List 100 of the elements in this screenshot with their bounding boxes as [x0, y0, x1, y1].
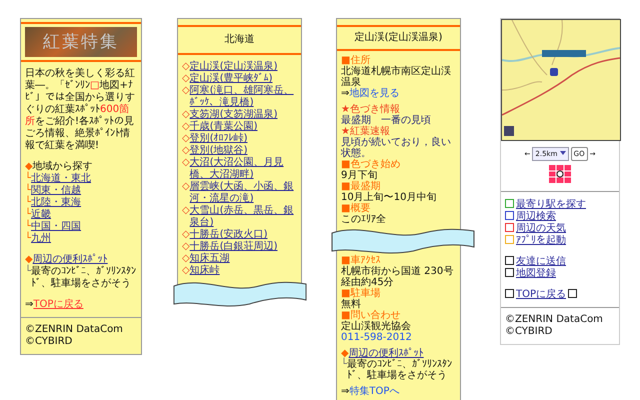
- info-text: 札幌市街から国道 230号経由約45分: [341, 266, 454, 288]
- branch-icon: └: [25, 209, 32, 220]
- info-label: 色づき情報: [350, 104, 400, 115]
- star-icon: ★: [341, 126, 350, 137]
- spot-link[interactable]: 千歳(青葉公園): [190, 121, 258, 133]
- tool-link[interactable]: 地図登録: [516, 268, 556, 279]
- branch-icon: └: [25, 197, 32, 208]
- copyright-text: ©CYBIRD: [505, 326, 554, 338]
- region-link[interactable]: 関東・信越: [31, 185, 82, 196]
- spot-title: 定山渓(定山渓温泉): [354, 30, 444, 45]
- action-link[interactable]: ｱﾌﾟﾘを起動: [516, 235, 566, 246]
- tool-link[interactable]: 友達に送信: [516, 256, 566, 267]
- spot-link[interactable]: 登別(地獄谷): [190, 145, 248, 157]
- spot-link[interactable]: 層雲峡(大函、小函、銀河・流星の滝): [190, 181, 298, 205]
- info-label: 車ｱｸｾｽ: [350, 255, 380, 266]
- spot-link[interactable]: 大雪山(赤岳、黒岳、銀泉台): [190, 205, 298, 229]
- diamond-icon: ◇: [182, 121, 190, 133]
- square-icon: ■: [341, 159, 350, 170]
- phone-link[interactable]: 011-598-2012: [341, 332, 457, 343]
- region-link[interactable]: 北海道・東北: [31, 173, 92, 184]
- diamond-icon: ◇: [182, 133, 190, 145]
- square-icon: ■: [341, 255, 350, 266]
- info-label: 最盛期: [350, 181, 380, 192]
- info-label: 紅葉速報: [350, 126, 390, 137]
- branch-icon: └: [25, 221, 32, 232]
- info-text: 定山渓観光協会: [341, 321, 412, 332]
- square-icon: ■: [341, 181, 350, 192]
- diamond-icon: ◇: [182, 157, 190, 181]
- square-icon: ■: [341, 288, 350, 299]
- region-link[interactable]: 九州: [31, 233, 52, 244]
- banner-title: 紅葉特集: [43, 32, 119, 52]
- text-link[interactable]: 特集TOPへ: [349, 386, 400, 397]
- action-link[interactable]: 周辺の天気: [516, 223, 566, 234]
- section-title: 地域から探す: [32, 161, 93, 172]
- branch-icon: └: [25, 185, 32, 196]
- diamond-icon: ◇: [182, 73, 190, 85]
- action-link[interactable]: 周辺検索: [516, 211, 556, 222]
- nearby-spots-link[interactable]: 周辺の便利ｽﾎﾟｯﾄ: [348, 348, 424, 359]
- diamond-icon: ◇: [182, 109, 190, 121]
- info-label: 問い合わせ: [350, 310, 400, 321]
- diamond-icon: ◇: [182, 181, 190, 205]
- info-text: 9月下旬: [341, 170, 378, 181]
- spot-link[interactable]: 大沼(大沼公園、月見橋、大沼湖畔): [190, 157, 298, 181]
- square-icon: [505, 256, 514, 265]
- spot-link[interactable]: 定山渓(定山渓温泉): [190, 61, 278, 73]
- diamond-icon: ◆: [25, 254, 33, 265]
- arrow-icon: ⇒: [341, 88, 350, 99]
- star-icon: ★: [341, 104, 350, 115]
- square-icon: ■: [341, 310, 350, 321]
- text-link[interactable]: 地図を見る: [349, 88, 400, 99]
- caret-icon: [560, 151, 566, 155]
- spot-link[interactable]: 知床五湖: [190, 253, 230, 265]
- diamond-icon: ◇: [182, 85, 190, 109]
- spot-link[interactable]: 知床峠: [190, 265, 220, 277]
- diamond-icon: ◇: [182, 61, 190, 73]
- diamond-icon: ◇: [182, 265, 190, 277]
- region-title: 北海道: [224, 32, 256, 47]
- spot-link[interactable]: 阿寒(滝口、雄阿寒岳、ﾎﾞｯｹ、滝見橋): [190, 85, 298, 109]
- diamond-icon: ◇: [182, 241, 190, 253]
- diamond-icon: ◆: [25, 161, 33, 172]
- info-text: 見頃が続いており，良い状態。: [341, 137, 452, 159]
- branch-icon: └: [25, 266, 32, 290]
- region-link[interactable]: 中国・四国: [31, 221, 82, 232]
- spot-link[interactable]: 十勝岳(安政火口): [190, 229, 268, 241]
- spot-link[interactable]: 十勝岳(白銀荘周辺): [190, 241, 278, 253]
- intro-text: 日本の秋を美しく彩る紅葉―。「ｾﾞﾝﾘﾝ□地図+ﾅﾋﾞ」では全国から選りすぐりの紅葉ｽﾎﾟｯﾄ600箇所をご紹介!各ｽﾎﾟｯﾄの見ごろ情報、絶景ﾎﾟｲﾝﾄ情報で紅葉を満喫!: [25, 68, 136, 152]
- info-text: 北海道札幌市南区定山渓温泉: [341, 66, 452, 88]
- branch-icon: └: [25, 233, 32, 244]
- direction-pad-icon[interactable]: [549, 165, 571, 183]
- spot-link[interactable]: 登別(ｵﾛﾌﾚ峠): [190, 133, 248, 145]
- diamond-icon: ◇: [182, 253, 190, 265]
- square-icon: ■: [341, 55, 350, 66]
- square-icon: ■: [341, 203, 350, 214]
- diamond-icon: ◇: [182, 229, 190, 241]
- square-icon: [505, 289, 514, 298]
- info-text: このｴﾘｱ全: [341, 214, 387, 225]
- region-link[interactable]: 近畿: [31, 209, 52, 220]
- copyright-text: ©ZENRIN DataCom: [505, 314, 604, 326]
- action-link[interactable]: 最寄り駅を探す: [516, 199, 586, 210]
- square-icon: [505, 268, 514, 277]
- copyright-text: ©ZENRIN DataCom: [25, 324, 124, 336]
- info-text: 最盛期 一番の見頃: [341, 115, 432, 126]
- square-icon: [568, 289, 578, 298]
- branch-icon: └: [341, 359, 348, 381]
- spot-link[interactable]: 定山渓(豊平峡ﾀﾞﾑ): [190, 73, 273, 85]
- top-link[interactable]: TOPに戻る: [516, 289, 566, 300]
- region-link[interactable]: 北陸・東海: [31, 197, 82, 208]
- diamond-icon: ◆: [341, 348, 349, 359]
- copyright-text: ©CYBIRD: [25, 336, 74, 348]
- branch-icon: └: [25, 173, 32, 184]
- spot-link[interactable]: 支笏湖(支笏湖温泉): [190, 109, 278, 121]
- info-label: 概要: [350, 203, 370, 214]
- diamond-icon: ◇: [182, 205, 190, 229]
- nearby-spots-link[interactable]: 周辺の便利ｽﾎﾟｯﾄ: [32, 254, 108, 265]
- arrow-icon: ⇒: [25, 299, 34, 310]
- info-label: 住所: [350, 55, 370, 66]
- diamond-icon: ◇: [182, 145, 190, 157]
- info-text: 10月上旬〜10月中旬: [341, 192, 438, 203]
- info-text: 無料: [341, 299, 362, 310]
- nearby-hint: 最寄のｺﾝﾋﾞﾆ、ｶﾞｿﾘﾝｽﾀﾝﾄﾞ、駐車場をさがそう: [347, 359, 454, 381]
